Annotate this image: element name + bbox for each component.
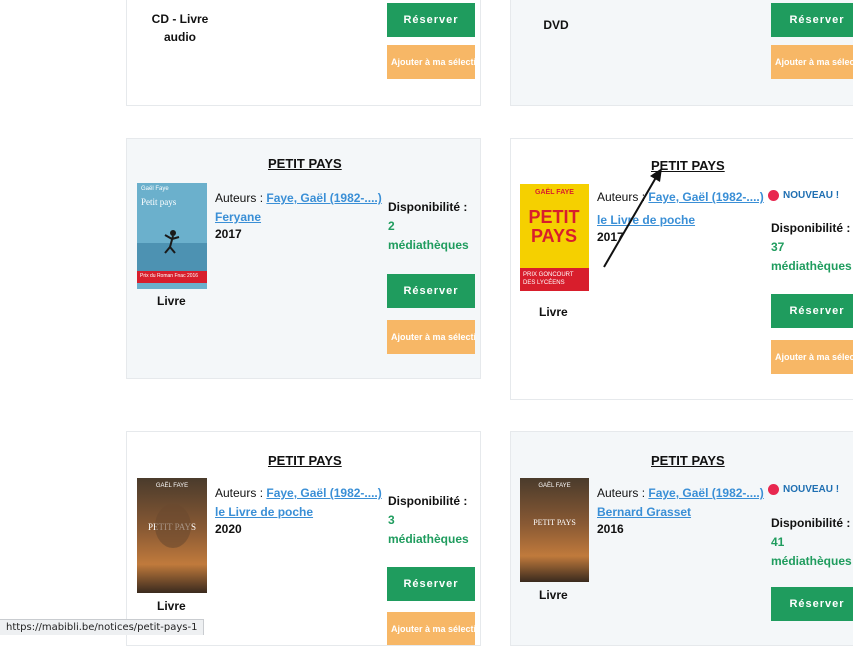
publisher-row: Bernard Grasset [597,504,769,521]
browser-status-url: https://mabibli.be/notices/petit-pays-1 [0,619,205,635]
availability-label: Disponibilité : [388,200,468,214]
publisher-link[interactable]: Bernard Grasset [597,505,691,519]
publisher-link[interactable]: le Livre de poche [215,505,313,519]
book-cover[interactable]: GAËL FAYE PETIT PAYS PRIX GONCOURT DES L… [520,184,589,291]
new-label: NOUVEAU ! [783,484,840,495]
add-to-selection-button[interactable]: Ajouter à ma sélection [387,320,475,354]
book-cover[interactable]: Gaël Faye Petit pays Prix du Roman Fnac … [137,183,207,289]
cover-band-text: PRIX GONCOURT DES LYCÉENS [520,268,589,291]
cover-portrait-illustration [155,504,191,548]
new-badge: NOUVEAU ! [768,484,839,495]
document-type: DVD [543,18,569,32]
availability-label: Disponibilité : [771,221,851,235]
add-to-selection-button[interactable]: Ajouter à ma sélection [387,45,475,79]
document-type: Livre [539,588,568,602]
cover-title-text: PETIT PAYS [533,518,576,527]
publisher-link[interactable]: Feryane [215,210,261,224]
reserve-button[interactable]: Réserver [387,274,475,308]
record-title[interactable]: PETIT PAYS [268,453,342,468]
document-type: Livre [157,294,186,308]
add-to-selection-button[interactable]: Ajouter à ma sélection [771,340,853,374]
new-dot-icon [768,484,779,495]
availability-unit: médiathèques [388,532,469,546]
availability-unit: médiathèques [771,554,852,568]
availability-label: Disponibilité : [388,494,468,508]
authors-row: Auteurs : Faye, Gaël (1982-....) [215,485,391,502]
cover-author-text: GAËL FAYE [535,189,574,196]
new-label: NOUVEAU ! [783,190,840,201]
record-title[interactable]: PETIT PAYS [268,156,342,171]
availability: Disponibilité : 37 médiathèques [771,219,852,276]
record-title[interactable]: PETIT PAYS [651,453,725,468]
availability-count: 3 [388,513,395,527]
record-metadata: Auteurs : Faye, Gaël (1982-....) le Livr… [215,485,391,538]
book-cover[interactable]: GAËL FAYE PETIT PAYS [520,478,589,582]
authors-label: Auteurs : [215,191,264,205]
authors-label: Auteurs : [597,486,646,500]
availability-count: 41 [771,535,785,549]
availability-unit: médiathèques [388,238,469,252]
result-card: PETIT PAYS Gaël Faye Petit pays Prix du … [126,138,481,379]
book-cover[interactable]: GAËL FAYE PETIT PAYS [137,478,207,593]
reserve-button[interactable]: Réserver [771,587,853,621]
document-type: Livre [157,599,186,613]
cursor-arrow-icon [603,168,662,268]
result-card: PETIT PAYS GAËL FAYE PETIT PAYS Livre Au… [126,431,481,646]
publisher-row: Feryane [215,209,391,226]
document-type-line: audio [164,30,196,44]
reserve-button[interactable]: Réserver [771,3,853,37]
publisher-row: le Livre de poche [215,504,391,521]
record-metadata: Auteurs : Faye, Gaël (1982-....) Feryane… [215,190,391,243]
publication-year: 2017 [215,227,242,241]
publication-year: 2020 [215,522,242,536]
cover-author-text: GAËL FAYE [538,483,571,489]
add-to-selection-button[interactable]: Ajouter à ma sélection [771,45,853,79]
new-badge: NOUVEAU ! [768,190,839,201]
authors-row: Auteurs : Faye, Gaël (1982-....) [215,190,391,207]
cover-band-text: Prix du Roman Fnac 2016 [140,273,199,279]
add-to-selection-button[interactable]: Ajouter à ma sélection [387,612,475,645]
new-dot-icon [768,190,779,201]
result-card: DVD Réserver Ajouter à ma sélection [510,0,853,106]
availability-label: Disponibilité : [771,516,851,530]
publication-year: 2016 [597,522,624,536]
author-link[interactable]: Faye, Gaël (1982-....) [648,486,763,500]
availability-count: 37 [771,240,785,254]
authors-row: Auteurs : Faye, Gaël (1982-....) [597,485,769,502]
author-link[interactable]: Faye, Gaël (1982-....) [266,191,381,205]
document-type: Livre [539,305,568,319]
availability-unit: médiathèques [771,259,852,273]
author-link[interactable]: Faye, Gaël (1982-....) [266,486,381,500]
document-type: CD - Livre audio [145,10,215,46]
reserve-button[interactable]: Réserver [387,567,475,601]
availability: Disponibilité : 41 médiathèques [771,514,852,571]
document-type-line: CD - Livre [151,12,209,26]
availability: Disponibilité : 3 médiathèques [388,492,469,549]
record-metadata: Auteurs : Faye, Gaël (1982-....) Bernard… [597,485,769,538]
authors-label: Auteurs : [215,486,264,500]
result-card: PETIT PAYS GAËL FAYE PETIT PAYS Livre Au… [510,431,853,646]
reserve-button[interactable]: Réserver [387,3,475,37]
availability-count: 2 [388,219,395,233]
availability: Disponibilité : 2 médiathèques [388,198,469,255]
cover-title-text: PETIT PAYS [528,207,580,246]
result-card: PETIT PAYS GAËL FAYE PETIT PAYS PRIX GON… [510,138,853,400]
result-card: CD - Livre audio Réserver Ajouter à ma s… [126,0,481,106]
reserve-button[interactable]: Réserver [771,294,853,328]
